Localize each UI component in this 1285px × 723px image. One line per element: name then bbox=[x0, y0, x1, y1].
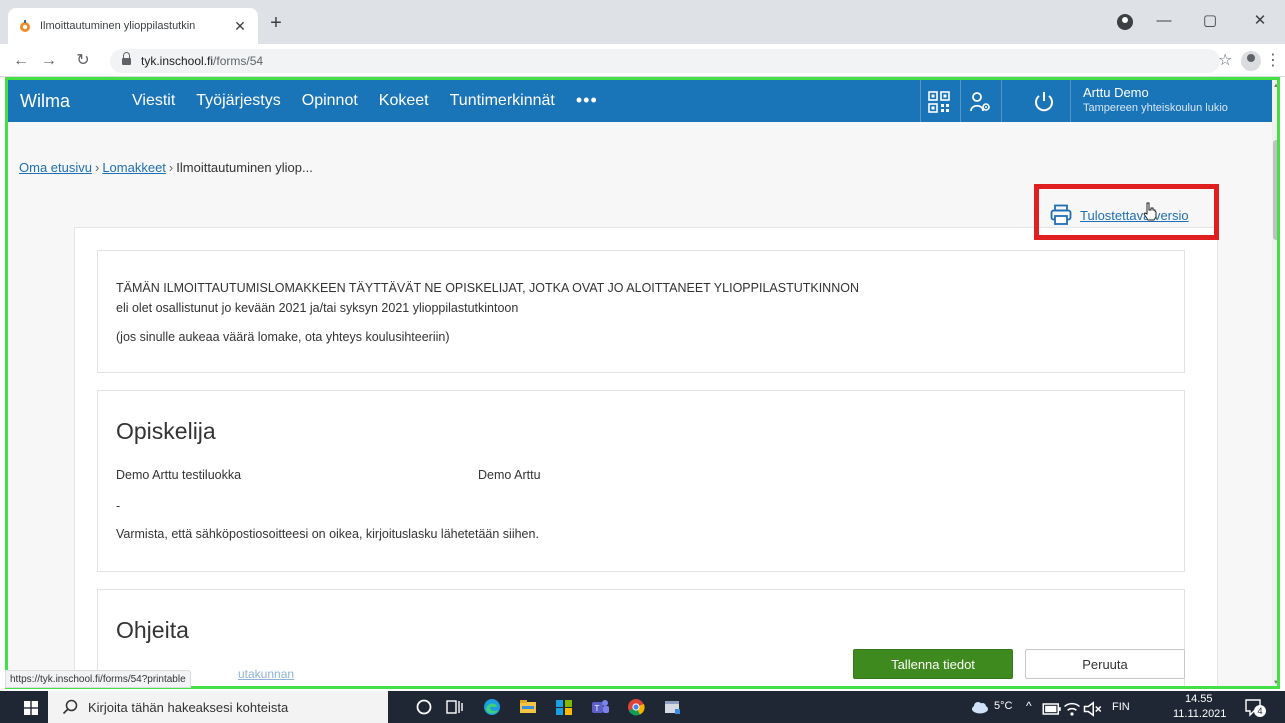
nav-more-button[interactable]: ••• bbox=[576, 80, 598, 122]
save-button[interactable]: Tallenna tiedot bbox=[853, 649, 1013, 679]
account-icon[interactable] bbox=[1241, 51, 1261, 71]
windows-start-icon[interactable] bbox=[24, 701, 38, 715]
wifi-icon[interactable] bbox=[1062, 699, 1082, 719]
windows-taskbar: Kirjoita tähän hakeaksesi kohteista T 5°… bbox=[0, 691, 1285, 723]
chrome-icon[interactable] bbox=[626, 697, 646, 717]
edge-browser-icon[interactable] bbox=[482, 697, 502, 717]
nav-links: Viestit Työjärjestys Opinnot Kokeet Tunt… bbox=[132, 80, 598, 122]
cortana-icon[interactable] bbox=[414, 697, 434, 717]
nav-divider bbox=[960, 80, 961, 122]
breadcrumb-separator: › bbox=[168, 160, 174, 175]
qr-code-icon[interactable] bbox=[928, 91, 950, 113]
notification-count-badge: 4 bbox=[1254, 705, 1266, 717]
minimize-icon[interactable]: — bbox=[1141, 6, 1187, 36]
browser-tab-bar: Ilmoittautuminen ylioppilastutkin ✕ + — … bbox=[0, 0, 1285, 44]
page-scrollbar[interactable]: ▲ ▼ bbox=[1272, 80, 1277, 686]
file-explorer-icon[interactable] bbox=[518, 697, 538, 717]
address-bar-row: ← → ↻ tyk.inschool.fi/forms/54 ☆ ⋮ bbox=[0, 44, 1285, 77]
intro-contact-note: (jos sinulle aukeaa väärä lomake, ota yh… bbox=[116, 330, 450, 344]
window-close-icon[interactable]: ✕ bbox=[1237, 6, 1283, 36]
url-path: /forms/54 bbox=[213, 54, 264, 68]
hand-cursor-icon bbox=[1143, 202, 1157, 221]
weather-temperature[interactable]: 5°C bbox=[994, 700, 1012, 712]
student-panel: Opiskelija Demo Arttu testiluokka Demo A… bbox=[97, 390, 1185, 572]
breadcrumb-forms-link[interactable]: Lomakkeet bbox=[102, 160, 166, 175]
scroll-up-icon[interactable]: ▲ bbox=[1273, 83, 1277, 89]
teams-icon[interactable]: T bbox=[590, 697, 610, 717]
nav-item-viestit[interactable]: Viestit bbox=[132, 80, 175, 122]
forward-icon[interactable]: → bbox=[36, 48, 62, 74]
new-tab-icon[interactable]: + bbox=[266, 13, 286, 33]
wilma-favicon-icon bbox=[20, 20, 30, 32]
breadcrumb-current: Ilmoittautuminen yliop... bbox=[176, 160, 313, 175]
intro-heading-text: TÄMÄN ILMOITTAUTUMISLOMAKKEEN TÄYTTÄVÄT … bbox=[116, 281, 859, 295]
intro-subtext: eli olet osallistunut jo kevään 2021 ja/… bbox=[116, 301, 519, 315]
tab-close-icon[interactable]: ✕ bbox=[232, 18, 248, 35]
back-icon[interactable]: ← bbox=[8, 48, 34, 74]
svg-text:T: T bbox=[595, 704, 600, 713]
top-navigation: Wilma Viestit Työjärjestys Opinnot Kokee… bbox=[8, 80, 1272, 122]
speaker-muted-icon[interactable] bbox=[1082, 699, 1102, 719]
brand-logo[interactable]: Wilma bbox=[20, 80, 70, 122]
reload-icon[interactable]: ↻ bbox=[70, 48, 96, 74]
store-icon[interactable] bbox=[554, 697, 574, 717]
nav-item-tuntimerkinnat[interactable]: Tuntimerkinnät bbox=[450, 80, 555, 122]
form-paper: TÄMÄN ILMOITTAUTUMISLOMAKKEEN TÄYTTÄVÄT … bbox=[74, 227, 1218, 686]
tray-chevron-icon[interactable]: ^ bbox=[1026, 699, 1032, 713]
nav-item-kokeet[interactable]: Kokeet bbox=[379, 80, 429, 122]
app-window-icon[interactable] bbox=[662, 697, 682, 717]
breadcrumb: Oma etusivu › Lomakkeet › Ilmoittautuminen y… bbox=[19, 160, 313, 175]
nav-divider bbox=[920, 80, 921, 122]
breadcrumb-home-link[interactable]: Oma etusivu bbox=[19, 160, 92, 175]
taskbar-search-placeholder: Kirjoita tähän hakeaksesi kohteista bbox=[88, 699, 289, 715]
weather-cloud-icon[interactable] bbox=[970, 697, 990, 717]
intro-panel: TÄMÄN ILMOITTAUTUMISLOMAKKEEN TÄYTTÄVÄT … bbox=[97, 250, 1185, 373]
cancel-button[interactable]: Peruuta bbox=[1025, 649, 1185, 679]
lock-icon bbox=[122, 52, 131, 66]
restore-icon[interactable]: ▢ bbox=[1187, 6, 1233, 36]
taskbar-search-input[interactable]: Kirjoita tähän hakeaksesi kohteista bbox=[48, 691, 388, 723]
form-action-bar: Tallenna tiedot Peruuta bbox=[8, 640, 1272, 686]
nav-divider bbox=[1001, 80, 1002, 122]
search-icon bbox=[62, 699, 78, 715]
battery-icon[interactable] bbox=[1042, 699, 1062, 719]
clock-time[interactable]: 14.55 bbox=[1185, 693, 1213, 705]
user-settings-icon[interactable] bbox=[969, 91, 991, 113]
user-name[interactable]: Arttu Demo bbox=[1083, 85, 1149, 100]
url-host: tyk.inschool.fi bbox=[141, 54, 214, 68]
input-language[interactable]: FIN bbox=[1112, 701, 1130, 713]
nav-divider bbox=[1070, 80, 1071, 122]
browser-menu-icon[interactable]: ⋮ bbox=[1265, 50, 1281, 70]
breadcrumb-separator: › bbox=[94, 160, 100, 175]
task-view-icon[interactable] bbox=[444, 697, 464, 717]
clock-date[interactable]: 11.11.2021 bbox=[1173, 708, 1226, 720]
browser-tab[interactable]: Ilmoittautuminen ylioppilastutkin ✕ bbox=[8, 8, 258, 44]
nav-item-tyojarjestys[interactable]: Työjärjestys bbox=[196, 80, 280, 122]
bookmark-star-icon[interactable]: ☆ bbox=[1218, 50, 1232, 70]
page-viewport: Wilma Viestit Työjärjestys Opinnot Kokee… bbox=[5, 77, 1280, 689]
email-verification-note: Varmista, että sähköpostiosoitteesi on o… bbox=[116, 527, 539, 541]
tab-title: Ilmoittautuminen ylioppilastutkin bbox=[40, 20, 196, 32]
link-status-bar: https://tyk.inschool.fi/forms/54?printab… bbox=[5, 670, 191, 688]
user-school[interactable]: Tampereen yhteiskoulun lukio bbox=[1083, 102, 1228, 114]
scrollbar-thumb[interactable] bbox=[1273, 140, 1277, 240]
nav-item-opinnot[interactable]: Opinnot bbox=[302, 80, 358, 122]
url-input[interactable]: tyk.inschool.fi/forms/54 bbox=[110, 49, 1220, 73]
student-email-empty: - bbox=[116, 499, 121, 513]
browser-profile-icon[interactable] bbox=[1117, 14, 1133, 30]
student-section-title: Opiskelija bbox=[116, 418, 216, 444]
logout-power-icon[interactable] bbox=[1033, 91, 1055, 113]
student-class: Demo Arttu testiluokka bbox=[116, 468, 242, 482]
student-name: Demo Arttu bbox=[478, 468, 541, 482]
scroll-down-icon[interactable]: ▼ bbox=[1273, 680, 1277, 686]
highlight-annotation bbox=[1034, 184, 1219, 240]
